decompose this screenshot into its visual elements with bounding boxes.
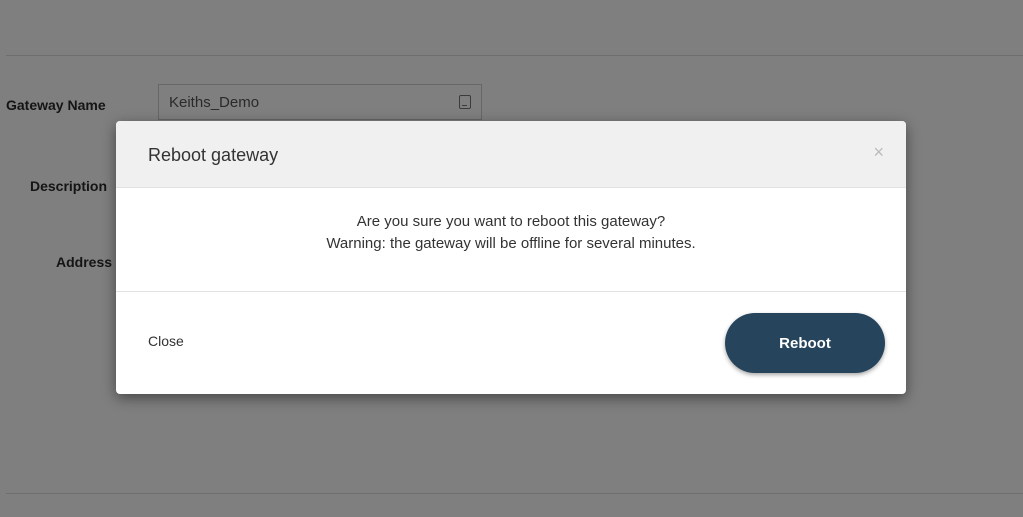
close-icon[interactable]: × — [873, 143, 884, 161]
reboot-gateway-dialog: Reboot gateway × Are you sure you want t… — [116, 121, 906, 394]
reboot-button[interactable]: Reboot — [725, 313, 885, 373]
warning-message: Warning: the gateway will be offline for… — [326, 235, 696, 252]
close-button[interactable]: Close — [148, 333, 184, 349]
dialog-header: Reboot gateway × — [116, 121, 906, 188]
dialog-footer: Close Reboot — [116, 292, 906, 394]
confirm-message: Are you sure you want to reboot this gat… — [356, 213, 666, 230]
dialog-body: Are you sure you want to reboot this gat… — [116, 188, 906, 292]
dialog-title: Reboot gateway — [148, 145, 279, 165]
